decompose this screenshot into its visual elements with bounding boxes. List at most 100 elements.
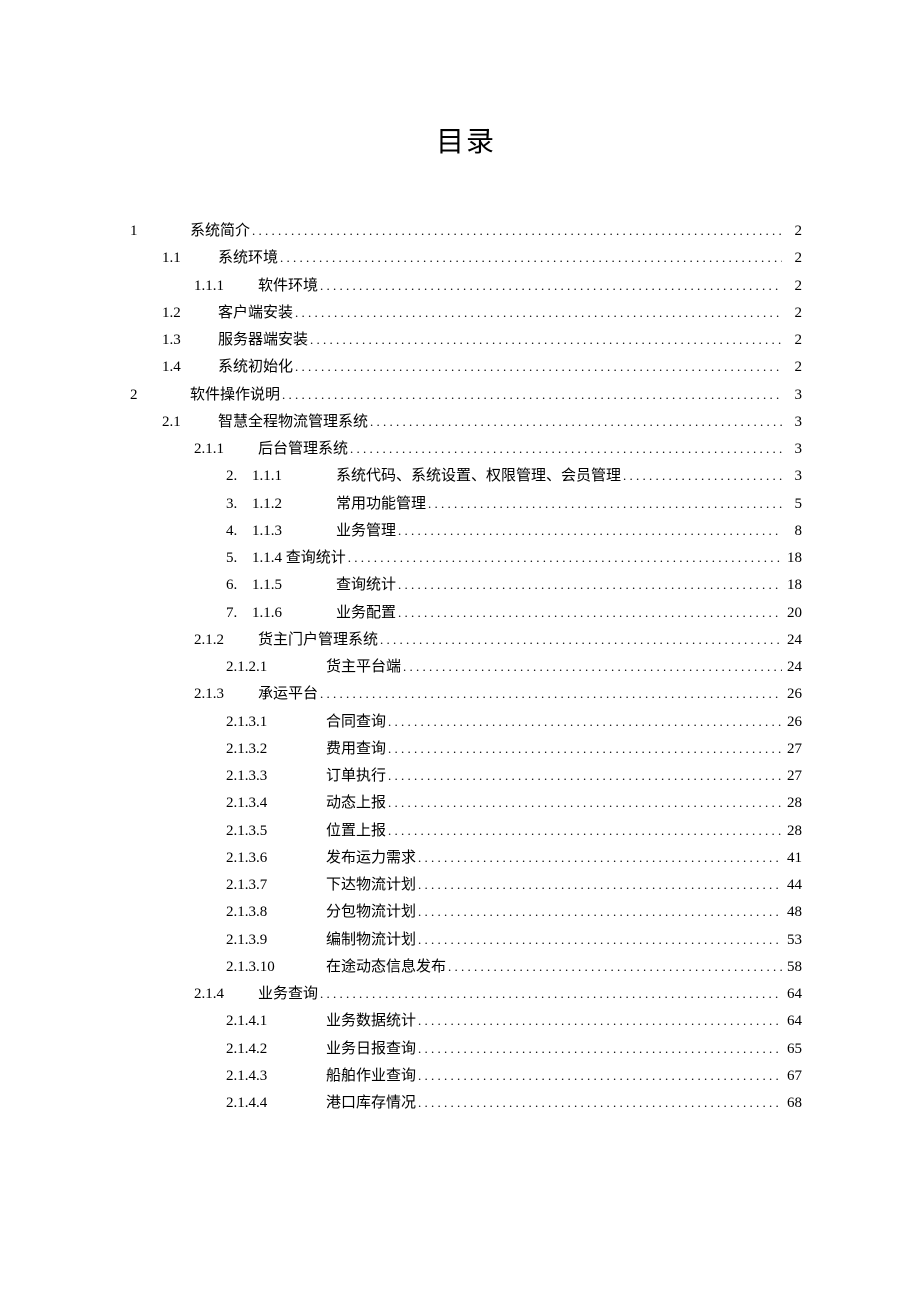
toc-label: 系统环境: [218, 247, 278, 270]
toc-entry: 2.1.1.1系统代码、系统设置、权限管理、会员管理3: [130, 465, 802, 488]
toc-label: 业务管理: [336, 520, 396, 543]
toc-label: 业务数据统计: [326, 1010, 416, 1033]
toc-entry: 2.1.4.1业务数据统计 64: [130, 1010, 802, 1033]
toc-leader: [370, 411, 782, 434]
toc-page-number: 27: [784, 765, 802, 788]
toc-entry: 2.1.3.3订单执行 27: [130, 765, 802, 788]
toc-enum: 2.: [226, 465, 252, 488]
toc-entry: 2.1.3.2费用查询27: [130, 738, 802, 761]
toc-number: 2.1: [162, 411, 218, 434]
toc-entry: 2.1.3承运平台26: [130, 683, 802, 706]
toc-label: 承运平台: [258, 683, 318, 706]
toc-subnumber: 2.1.4.1: [226, 1010, 326, 1033]
toc-page-number: 68: [784, 1092, 802, 1115]
toc-entry: 1.1系统环境2: [130, 247, 802, 270]
toc-entry: 2.1.3.5位置上报 28: [130, 820, 802, 843]
toc-subnumber: 1.1.2: [252, 493, 336, 516]
toc-page-number: 8: [784, 520, 802, 543]
toc-label: 下达物流计划: [326, 874, 416, 897]
toc-leader: [418, 1038, 782, 1061]
toc-page-number: 3: [784, 411, 802, 434]
toc-leader: [418, 901, 782, 924]
toc-subnumber: 2.1.3.3: [226, 765, 326, 788]
toc-leader: [280, 247, 782, 270]
toc-entry: 2.1.3.9编制物流计划53: [130, 929, 802, 952]
toc-page-number: 41: [784, 847, 802, 870]
toc-leader: [398, 520, 782, 543]
toc-leader: [388, 738, 782, 761]
toc-page-number: 58: [784, 956, 802, 979]
toc-subnumber: 2.1.4.4: [226, 1092, 326, 1115]
toc-enum: 3.: [226, 493, 252, 516]
toc-label: 查询统计: [336, 574, 396, 597]
toc-page-number: 3: [784, 465, 802, 488]
toc-leader: [320, 983, 782, 1006]
toc-leader: [418, 1092, 782, 1115]
toc-number: 2.1.4: [194, 983, 258, 1006]
toc-label: 常用功能管理: [336, 493, 426, 516]
toc-page-number: 28: [784, 820, 802, 843]
toc-enum: 7.: [226, 602, 252, 625]
toc-page-number: 20: [784, 602, 802, 625]
toc-page-number: 2: [784, 329, 802, 352]
toc-entry: 2.1.4.4港口库存情况68: [130, 1092, 802, 1115]
toc-label: 后台管理系统: [258, 438, 348, 461]
toc-subnumber: 2.1.3.1: [226, 711, 326, 734]
toc-page-number: 18: [784, 547, 802, 570]
toc-label: 业务查询: [258, 983, 318, 1006]
toc-page-number: 64: [784, 1010, 802, 1033]
toc-subnumber: 2.1.3.6: [226, 847, 326, 870]
toc-leader: [388, 820, 782, 843]
toc-number: 1.4: [162, 356, 218, 379]
toc-entry: 6.1.1.5查询统计18: [130, 574, 802, 597]
toc-subnumber: 2.1.3.5: [226, 820, 326, 843]
toc-leader: [403, 656, 782, 679]
toc-page-number: 24: [784, 629, 802, 652]
toc-entry: 1系统简介2: [130, 220, 802, 243]
toc-label: 分包物流计划: [326, 901, 416, 924]
toc-subnumber: 2.1.4.3: [226, 1065, 326, 1088]
toc-label: 货主门户管理系统: [258, 629, 378, 652]
toc-entry: 2.1.2货主门户管理系统 24: [130, 629, 802, 652]
toc-label: 业务配置: [336, 602, 396, 625]
toc-page-number: 2: [784, 275, 802, 298]
toc-leader: [320, 275, 782, 298]
toc-page-number: 65: [784, 1038, 802, 1061]
toc-number: 2.1.2: [194, 629, 258, 652]
toc-subnumber: 2.1.3.10: [226, 956, 326, 979]
toc-label: 位置上报: [326, 820, 386, 843]
toc-subnumber: 2.1.3.4: [226, 792, 326, 815]
toc-page-number: 3: [784, 438, 802, 461]
toc-label: 系统代码、系统设置、权限管理、会员管理: [336, 465, 621, 488]
toc-number: 1.3: [162, 329, 218, 352]
toc-enum: 6.: [226, 574, 252, 597]
toc-label: 订单执行: [326, 765, 386, 788]
toc-entry: 2.1.3.8分包物流计划48: [130, 901, 802, 924]
toc-label: 船舶作业查询: [326, 1065, 416, 1088]
toc-page-number: 26: [784, 711, 802, 734]
toc-entry: 1.2客户端安装2: [130, 302, 802, 325]
toc-subnumber: 1.1.3: [252, 520, 336, 543]
toc-number: 1.1.1: [194, 275, 258, 298]
toc-leader: [252, 220, 782, 243]
toc-entry: 5.1.1.4 查询统计18: [130, 547, 802, 570]
toc-leader: [418, 1065, 782, 1088]
toc-number: 2: [130, 384, 190, 407]
toc-enum: 4.: [226, 520, 252, 543]
toc-label: 发布运力需求: [326, 847, 416, 870]
toc-label: 业务日报查询: [326, 1038, 416, 1061]
toc-leader: [398, 574, 782, 597]
toc-page-number: 28: [784, 792, 802, 815]
toc-entry: 2软件操作说明3: [130, 384, 802, 407]
toc-page-number: 44: [784, 874, 802, 897]
toc-page-number: 53: [784, 929, 802, 952]
toc-entry: 4.1.1.3业务管理 8: [130, 520, 802, 543]
toc-subnumber: 2.1.3.8: [226, 901, 326, 924]
toc-leader: [295, 302, 782, 325]
toc-subnumber: 1.1.6: [252, 602, 336, 625]
toc-label: 服务器端安装: [218, 329, 308, 352]
toc-page-number: 5: [784, 493, 802, 516]
toc-label: 软件环境: [258, 275, 318, 298]
toc-label: 智慧全程物流管理系统: [218, 411, 368, 434]
toc-entry: 2.1.4.2业务日报查询65: [130, 1038, 802, 1061]
